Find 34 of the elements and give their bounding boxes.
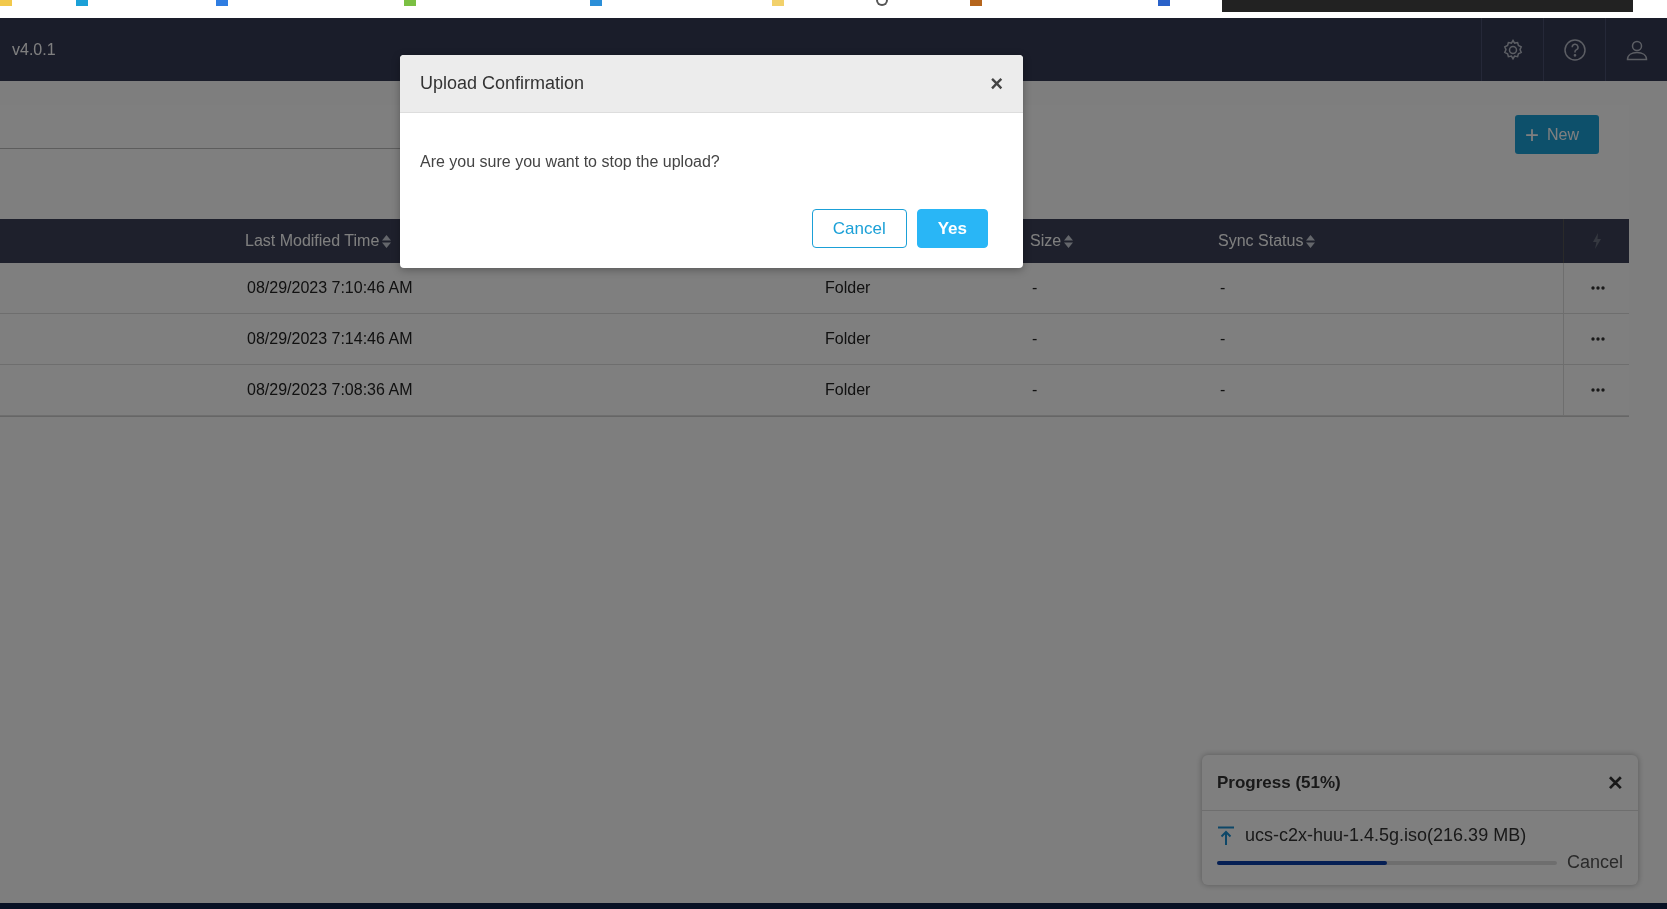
- table-cell: -: [1032, 330, 1038, 348]
- table-cell: -: [1220, 381, 1226, 399]
- table-cell: -: [1220, 330, 1226, 348]
- table-cell: 08/29/2023 7:10:46 AM: [247, 279, 413, 297]
- table-cell: Folder: [825, 279, 871, 297]
- version-label: v4.0.1: [12, 40, 56, 59]
- table-cell: -: [1032, 381, 1038, 399]
- dialog-button[interactable]: Yes: [916, 209, 988, 248]
- cancel-link[interactable]: Cancel: [1566, 852, 1623, 873]
- close-button[interactable]: ×: [990, 70, 1003, 97]
- more-icon[interactable]: [1590, 337, 1605, 341]
- upload-icon: [1217, 825, 1235, 846]
- table-cell: 08/29/2023 7:14:46 AM: [247, 330, 413, 348]
- more-icon[interactable]: [1590, 286, 1605, 290]
- table-cell: Folder: [825, 330, 871, 348]
- column-header[interactable]: Size: [1030, 232, 1074, 250]
- column-header[interactable]: Sync Status: [1218, 232, 1316, 250]
- sort-icon: [1306, 234, 1316, 248]
- column-header[interactable]: Last Modified Time: [245, 232, 392, 250]
- table-cell: 08/29/2023 7:08:36 AM: [247, 381, 413, 399]
- sort-icon: [1064, 234, 1074, 248]
- dialog-message: Are you sure you want to stop the upload?: [420, 153, 721, 171]
- table-cell: -: [1220, 279, 1226, 297]
- table-cell: -: [1032, 279, 1038, 297]
- dialog-button[interactable]: Cancel: [811, 209, 907, 248]
- dialog-title: Upload Confirmation: [420, 73, 585, 94]
- close-button[interactable]: ✕: [1607, 770, 1624, 795]
- file-name: ucs-c2x-huu-1.4.5g.iso(216.39 MB): [1245, 825, 1527, 846]
- more-icon[interactable]: [1590, 388, 1605, 392]
- sort-icon: [382, 234, 392, 248]
- help-icon: [1562, 37, 1587, 62]
- progress-title: Progress (51%): [1217, 772, 1341, 793]
- table-cell: Folder: [825, 381, 871, 399]
- new-button[interactable]: + New: [1514, 115, 1599, 154]
